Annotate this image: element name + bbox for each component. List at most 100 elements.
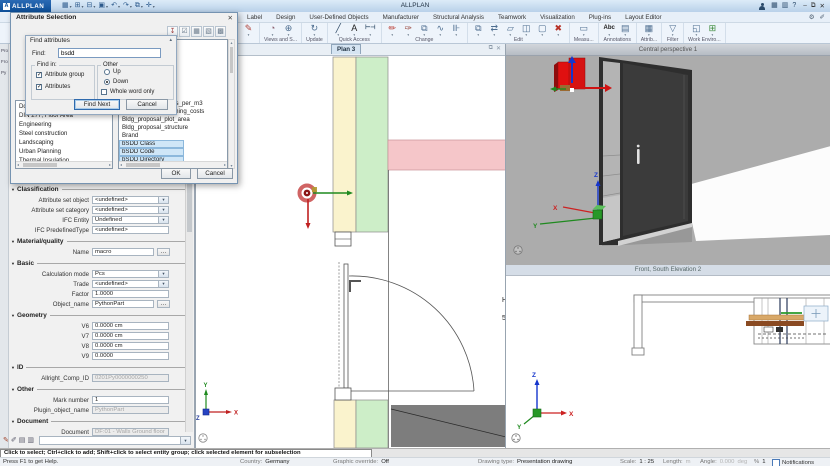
apply-favorite-icon[interactable]: ✐ bbox=[11, 436, 17, 445]
new-window-icon[interactable]: ✛▾ bbox=[146, 2, 155, 10]
tab-user-defined-objects[interactable]: User-Defined Objects bbox=[302, 14, 375, 21]
attributes-checkbox[interactable] bbox=[36, 84, 42, 90]
find-cancel-button[interactable]: Cancel bbox=[126, 99, 168, 110]
attributes-checkbox-row[interactable]: Attributes bbox=[36, 84, 70, 90]
plan-wall-lower[interactable] bbox=[334, 400, 388, 448]
duplicate-icon[interactable]: ⧉▾ bbox=[472, 23, 485, 37]
label-frame-icon[interactable]: ▤▾ bbox=[619, 23, 632, 37]
draw-line-icon[interactable]: ╱▾ bbox=[332, 23, 345, 37]
calculation-mode-field[interactable]: Pcs▾ bbox=[92, 270, 169, 278]
save-icon[interactable]: ▣▾ bbox=[98, 2, 108, 10]
elevation-viewport[interactable]: Front, South Elevation 2 bbox=[505, 265, 830, 448]
factor-field[interactable]: 1.0000 bbox=[92, 290, 169, 298]
browse-button[interactable]: … bbox=[157, 300, 170, 308]
mirror-icon[interactable]: ◫▾ bbox=[520, 23, 533, 37]
move-icon[interactable]: ⇄▾ bbox=[488, 23, 501, 37]
plan-wall-upper[interactable] bbox=[333, 57, 388, 232]
name-field[interactable]: macro bbox=[92, 248, 154, 256]
check-list-icon[interactable]: ☑ bbox=[179, 26, 190, 37]
attribute-group-checkbox-row[interactable]: Attribute group bbox=[36, 72, 84, 78]
group-item-steel-construction[interactable]: Steel construction bbox=[16, 129, 112, 138]
ifc-entity-field[interactable]: Undefined▾ bbox=[92, 216, 169, 224]
ok-button[interactable]: OK bbox=[161, 168, 191, 179]
attribute-item-bldg-proposal-structure[interactable]: Bldg_proposal_structure bbox=[119, 124, 227, 132]
allplan-logo[interactable]: A ALLPLAN bbox=[0, 0, 51, 12]
update-3d-icon[interactable]: ↻▾ bbox=[308, 23, 321, 37]
browse-button[interactable]: … bbox=[157, 248, 170, 256]
minimize-button[interactable]: – bbox=[801, 2, 809, 10]
dropdown-button[interactable]: ▾ bbox=[158, 207, 168, 213]
table-add-icon[interactable]: ▧ bbox=[203, 26, 214, 37]
section-header-basic[interactable]: ▼Basic bbox=[11, 257, 185, 269]
palette-scrollbar-thumb[interactable] bbox=[187, 182, 192, 232]
tab-manufacturer[interactable]: Manufacturer bbox=[376, 14, 426, 21]
new-file-icon[interactable]: ⊞▾ bbox=[75, 2, 84, 10]
find-next-button[interactable]: Find Next bbox=[74, 99, 120, 110]
attribute-set-object-field[interactable]: <undefined>▾ bbox=[92, 196, 169, 204]
store-icon[interactable]: ▥ bbox=[782, 1, 789, 11]
environment-icon[interactable]: ⊞▾ bbox=[706, 23, 719, 37]
filter-funnel-icon[interactable]: ▽▾ bbox=[666, 23, 679, 37]
style-pen-icon[interactable]: ✎▾ bbox=[242, 23, 255, 37]
collapse-chevron-icon[interactable]: ▴ bbox=[169, 37, 172, 43]
apps-icon[interactable]: ▦ bbox=[771, 1, 778, 11]
cancel-button[interactable]: Cancel bbox=[197, 168, 233, 179]
view-sphere-icon[interactable]: ◔▾ bbox=[266, 23, 279, 37]
attribute-item-bsdd-code[interactable]: bSDD Code bbox=[119, 148, 184, 156]
elevation-detail-assembly[interactable] bbox=[746, 298, 830, 344]
user-icon[interactable] bbox=[758, 2, 766, 10]
tab-visualization[interactable]: Visualization bbox=[533, 14, 582, 21]
plan-drawing-canvas[interactable]: H 5 Y X Z bbox=[196, 44, 505, 448]
v8-field[interactable]: 0.0000 cm bbox=[92, 342, 169, 350]
edit-pen-icon[interactable]: ✏▾ bbox=[386, 23, 399, 37]
perspective-title[interactable]: Central perspective 1 bbox=[506, 44, 830, 56]
attribute-group-checkbox[interactable] bbox=[36, 72, 42, 78]
dropdown-button[interactable]: ▾ bbox=[180, 437, 190, 444]
palette-tab-pro[interactable]: Pro bbox=[1, 48, 9, 53]
whole-word-checkbox[interactable] bbox=[101, 89, 107, 95]
section-view-icon[interactable]: ⊕▾ bbox=[282, 23, 295, 37]
delete-icon[interactable]: ✖▾ bbox=[552, 23, 565, 37]
attribute-set-category-field[interactable]: <undefined>▾ bbox=[92, 206, 169, 214]
notifications[interactable]: Notifications bbox=[772, 459, 814, 466]
plan-restore-icon[interactable]: ⧉ bbox=[489, 45, 493, 52]
perspective-navigation-icon[interactable] bbox=[514, 246, 522, 254]
open-file-icon[interactable]: ⊟▾ bbox=[87, 2, 96, 10]
group-item-engineering[interactable]: Engineering bbox=[16, 120, 112, 129]
menu-icon[interactable]: ▦▾ bbox=[62, 2, 72, 10]
v9-field[interactable]: 0.0000 bbox=[92, 352, 169, 360]
undo-icon[interactable]: ↶▾ bbox=[111, 2, 120, 10]
group-item-urban-planning[interactable]: Urban Planning bbox=[16, 147, 112, 156]
elevation-title[interactable]: Front, South Elevation 2 bbox=[506, 265, 830, 276]
close-button[interactable]: ✕ bbox=[818, 2, 827, 10]
shear-icon[interactable]: ▱▾ bbox=[504, 23, 517, 37]
attribute-item-bldg-proposal-plot-area[interactable]: Bldg_proposal_plot_area bbox=[119, 116, 227, 124]
plan-ramp-gray[interactable] bbox=[391, 405, 505, 447]
object-name-field[interactable]: PythonPart bbox=[92, 300, 154, 308]
save-favorite-icon[interactable]: ▤ bbox=[19, 436, 26, 445]
find-input[interactable] bbox=[58, 48, 161, 58]
workspace-icon[interactable]: ◱▾ bbox=[690, 23, 703, 37]
door-3d[interactable] bbox=[599, 57, 692, 246]
trade-field[interactable]: <undefined>▾ bbox=[92, 280, 169, 288]
perspective-canvas[interactable]: Z X Y bbox=[506, 56, 830, 265]
stretch-icon[interactable]: ∿▾ bbox=[434, 23, 447, 37]
whole-word-row[interactable]: Whole word only bbox=[101, 89, 154, 95]
attribute-list-hscrollbar[interactable]: ◂▸ bbox=[119, 161, 227, 168]
tab-label[interactable]: Label bbox=[240, 14, 269, 21]
tab-layout-editor[interactable]: Layout Editor bbox=[618, 14, 668, 21]
settings-gear-icon[interactable]: ⚙ bbox=[809, 13, 815, 21]
section-header-other[interactable]: ▼Other bbox=[11, 383, 185, 395]
elevation-canvas[interactable]: Z X Y bbox=[506, 276, 830, 448]
align-icon[interactable]: ⊪▾ bbox=[450, 23, 463, 37]
copy-icon[interactable]: ⧉▾ bbox=[135, 2, 143, 10]
copy-element-icon[interactable]: ⧉▾ bbox=[418, 23, 431, 37]
down-radio[interactable] bbox=[104, 79, 110, 85]
text-tool-icon[interactable]: A▾ bbox=[348, 23, 361, 37]
dropdown-button[interactable]: ▾ bbox=[158, 217, 168, 223]
dropdown-button[interactable]: ▾ bbox=[158, 271, 168, 277]
tab-design[interactable]: Design bbox=[269, 14, 302, 21]
section-header-id[interactable]: ▼ID bbox=[11, 361, 185, 373]
v6-field[interactable]: 0.0000 cm bbox=[92, 322, 169, 330]
plan-close-icon[interactable]: ✕ bbox=[496, 45, 501, 52]
